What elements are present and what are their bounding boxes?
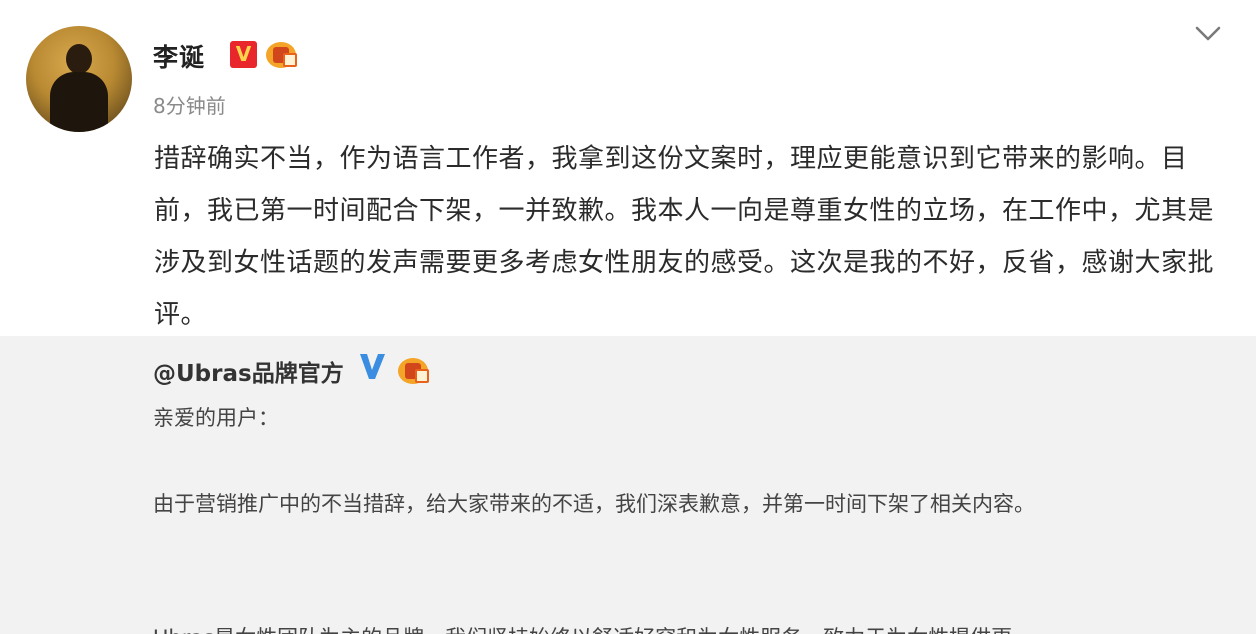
user-avatar[interactable] [26, 26, 132, 132]
avatar-figure-body [50, 72, 108, 132]
repost-body: 由于营销推广中的不当措辞，给大家带来的不适，我们深表歉意，并第一时间下架了相关内… [153, 492, 1035, 516]
post-timestamp[interactable]: 8分钟前 [153, 90, 226, 119]
repost-salutation: 亲爱的用户： [153, 406, 279, 430]
avatar-figure-head [66, 44, 92, 74]
post-username[interactable]: 李诞 [153, 38, 205, 74]
repost-username[interactable]: @Ubras品牌官方 [153, 354, 344, 388]
repost-next-line: Ubras是女性团队为主的品牌，我们坚持始终以舒适好穿和为女性服务，致力于为女性… [153, 620, 1233, 634]
weibo-post: 李诞 V 8分钟前 措辞确实不当，作为语言工作者，我拿到这份文案时，理应更能意识… [0, 0, 1256, 336]
reposted-post[interactable]: @Ubras品牌官方 亲爱的用户： 由于营销推广中的不当措辞，给大家带来的不适，… [0, 336, 1256, 634]
gold-medal-icon [266, 40, 298, 70]
gold-medal-icon [398, 356, 430, 386]
chevron-down-icon[interactable] [1194, 24, 1222, 44]
verified-v-icon: V [230, 41, 257, 68]
post-content: 措辞确实不当，作为语言工作者，我拿到这份文案时，理应更能意识到它带来的影响。目前… [154, 144, 1215, 330]
blue-v-icon [360, 354, 385, 379]
